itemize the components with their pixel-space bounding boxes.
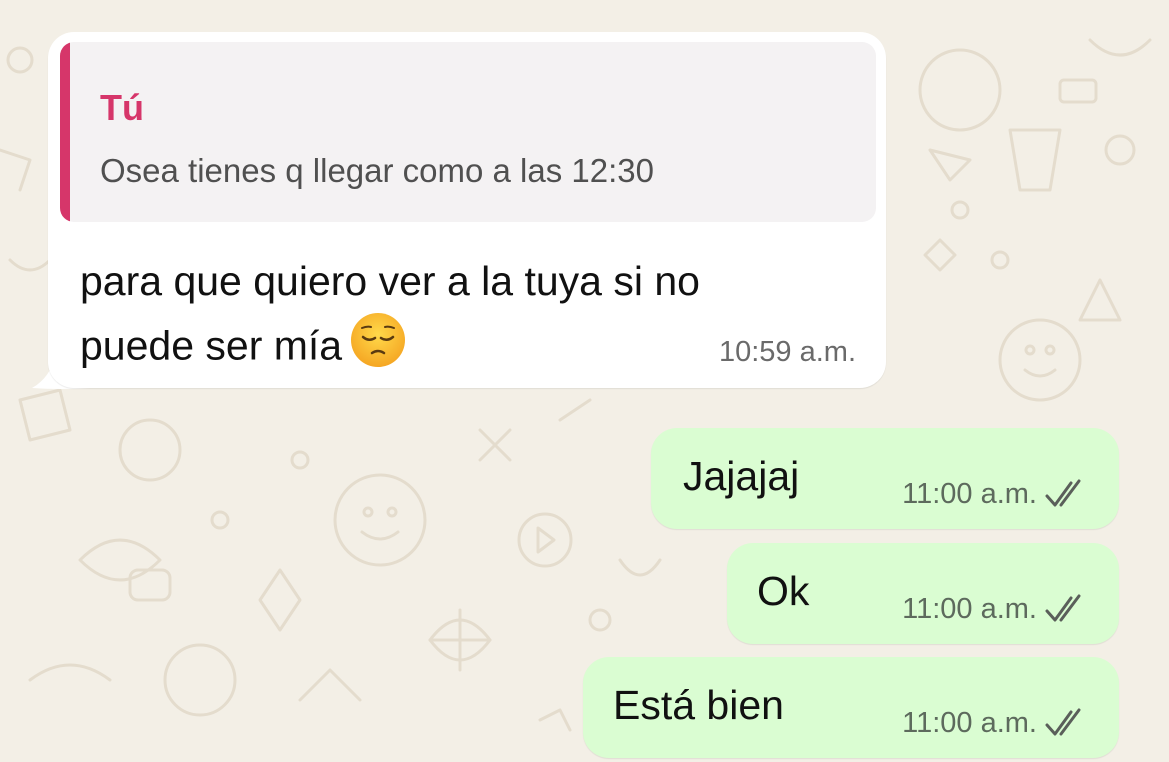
- message-timestamp: 11:00 a.m.: [902, 707, 1037, 739]
- pensive-face-emoji-icon: [350, 312, 406, 385]
- message-timestamp: 10:59 a.m.: [718, 336, 856, 368]
- quote-accent-bar: [60, 42, 70, 222]
- message-timestamp: 11:00 a.m.: [902, 593, 1037, 625]
- outgoing-message-text: Está bien: [613, 682, 784, 728]
- outgoing-message-text: Jajajaj: [683, 453, 800, 499]
- outgoing-message-bubble[interactable]: Ok 11:00 a.m.: [727, 543, 1119, 644]
- read-receipt-double-check-icon: [1045, 594, 1081, 622]
- read-receipt-double-check-icon: [1045, 708, 1081, 736]
- message-timestamp: 11:00 a.m.: [902, 478, 1037, 510]
- read-receipt-double-check-icon: [1045, 479, 1081, 507]
- message-line-1: para que quiero ver a la tuya si no: [80, 258, 700, 304]
- quoted-message[interactable]: Tú Osea tienes q llegar como a las 12:30: [60, 42, 876, 222]
- outgoing-message-bubble[interactable]: Jajajaj 11:00 a.m.: [651, 428, 1119, 529]
- outgoing-message-bubble[interactable]: Está bien 11:00 a.m.: [583, 657, 1119, 758]
- message-line-2: puede ser mía: [80, 322, 343, 369]
- quote-text: Osea tienes q llegar como a las 12:30: [100, 152, 654, 189]
- incoming-message-bubble[interactable]: Tú Osea tienes q llegar como a las 12:30…: [48, 32, 886, 388]
- outgoing-message-text: Ok: [757, 568, 810, 614]
- quote-author: Tú: [100, 87, 144, 128]
